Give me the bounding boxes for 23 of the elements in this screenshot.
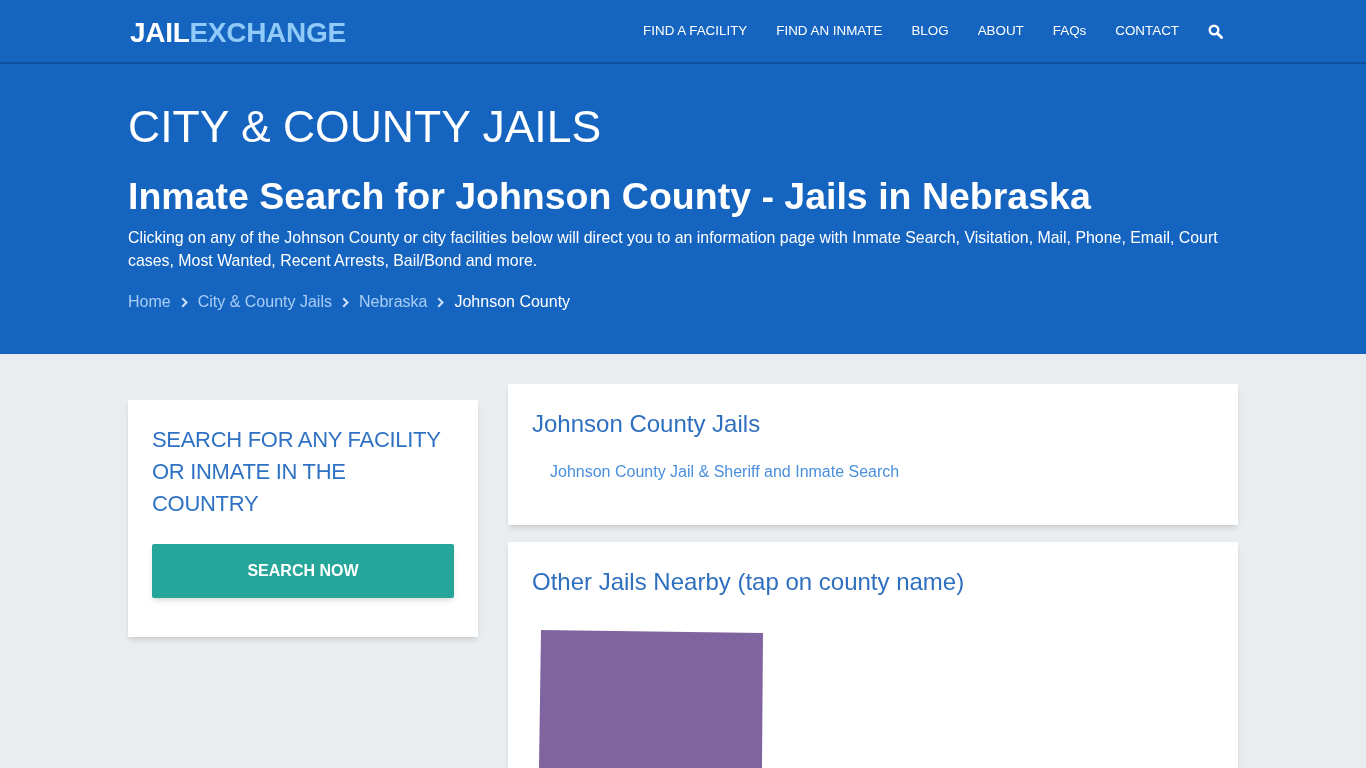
nav-link[interactable]: FAQs [1052, 21, 1087, 41]
search-icon[interactable] [1208, 23, 1223, 39]
chevron-right-icon [180, 296, 188, 308]
intro-paragraph: Clicking on any of the Johnson County or city facilities below will direct you to an information page with Inmate Search, Visitation, Mail, Phone, Email, Court cases, Most Wanted, Recent Arrests, Bail/Bond and more. [128, 228, 1219, 271]
nav-link[interactable]: FIND AN INMATE [776, 21, 883, 41]
page-subtitle: Inmate Search for Johnson County - Jails in Nebraska [128, 174, 1091, 219]
nav-link[interactable]: BLOG [911, 21, 949, 41]
nav-link[interactable]: ABOUT [977, 21, 1024, 41]
breadcrumb-link[interactable]: Nebraska [358, 290, 428, 314]
chevron-right-icon [437, 296, 445, 308]
page-title: CITY & COUNTY JAILS [128, 101, 602, 153]
chevron-right-icon [341, 296, 349, 308]
card-title: Other Jails Nearby (tap on county name) [532, 567, 965, 597]
nav-link[interactable]: FIND A FACILITY [643, 21, 748, 41]
breadcrumb-link[interactable]: City & County Jails [197, 290, 332, 314]
current-page-label: Johnson County [454, 292, 571, 312]
site-logo[interactable]: JAILEXCHANGE [130, 18, 346, 47]
search-heading: SEARCH FOR ANY FACILITY OR INMATE IN THE COUNTRY [152, 426, 442, 518]
search-now-button[interactable]: SEARCH NOW [152, 544, 454, 598]
card-title: Johnson County Jails [532, 409, 761, 439]
nav-link[interactable]: CONTACT [1115, 21, 1179, 41]
facility-link[interactable]: Johnson County Jail & Sheriff and Inmate Search [550, 463, 900, 480]
breadcrumb-link[interactable]: Home [128, 290, 171, 314]
